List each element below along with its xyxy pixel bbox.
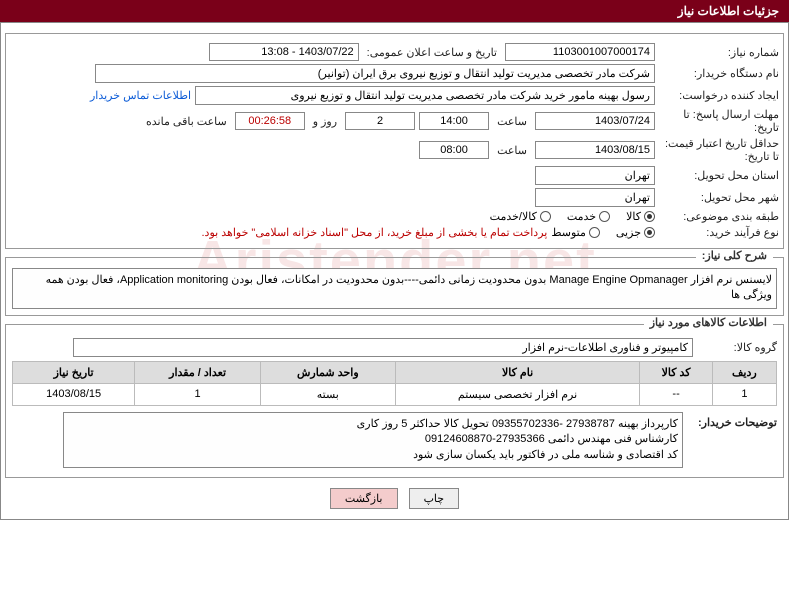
goods-group-value: کامپیوتر و فناوری اطلاعات-نرم افزار	[73, 338, 693, 357]
radio-label: خدمت	[567, 210, 596, 223]
delivery-prov-label: استان محل تحویل:	[659, 169, 779, 182]
announce-dt-value: 1403/07/22 - 13:08	[209, 43, 359, 61]
proc-option[interactable]: متوسط	[551, 226, 600, 239]
items-legend: اطلاعات کالاهای مورد نیاز	[644, 316, 773, 329]
button-row: چاپ بازگشت	[5, 488, 784, 509]
requester-label: ایجاد کننده درخواست:	[659, 89, 779, 102]
subject-option[interactable]: کالا	[626, 210, 655, 223]
valid-time-value: 08:00	[419, 141, 489, 159]
page-title: جزئیات اطلاعات نیاز	[0, 0, 789, 22]
need-desc-text: لایسنس نرم افزار Manage Engine Opmanager…	[12, 268, 777, 309]
table-cell: --	[640, 383, 712, 405]
remain-time-value: 00:26:58	[235, 112, 305, 130]
table-cell: 1403/08/15	[13, 383, 135, 405]
reply-deadline-label: مهلت ارسال پاسخ: تا تاریخ:	[659, 108, 779, 134]
need-desc-fieldset: شرح کلی نیاز: لایسنس نرم افزار Manage En…	[5, 257, 784, 316]
radio-icon	[644, 227, 655, 238]
requester-value: رسول بهینه مامور خرید شرکت مادر تخصصی مد…	[195, 86, 655, 105]
table-header-cell: نام کالا	[395, 361, 640, 383]
items-fieldset: اطلاعات کالاهای مورد نیاز گروه کالا: کام…	[5, 324, 784, 478]
subject-option[interactable]: کالا/خدمت	[490, 210, 551, 223]
radio-label: جزیی	[616, 226, 641, 239]
table-header-cell: تاریخ نیاز	[13, 361, 135, 383]
print-button[interactable]: چاپ	[409, 488, 460, 509]
table-header-row: ردیفکد کالانام کالاواحد شمارشتعداد / مقد…	[13, 361, 777, 383]
remain-days-value: 2	[345, 112, 415, 130]
valid-date-value: 1403/08/15	[535, 141, 655, 159]
radio-label: کالا/خدمت	[490, 210, 537, 223]
proc-option[interactable]: جزیی	[616, 226, 655, 239]
reply-time-value: 14:00	[419, 112, 489, 130]
subject-class-label: طبقه بندی موضوعی:	[659, 210, 779, 223]
table-row: 1--نرم افزار تخصصی سیستمبسته11403/08/15	[13, 383, 777, 405]
price-validity-label: حداقل تاریخ اعتبار قیمت: تا تاریخ:	[659, 137, 779, 163]
buyer-contact-link[interactable]: اطلاعات تماس خریدار	[90, 89, 191, 102]
form-panel: شماره نیاز: 1103001007000174 تاریخ و ساع…	[0, 22, 789, 520]
radio-label: متوسط	[551, 226, 586, 239]
radio-icon	[589, 227, 600, 238]
buyer-org-value: شرکت مادر تخصصی مدیریت تولید انتقال و تو…	[95, 64, 655, 83]
items-table: ردیفکد کالانام کالاواحد شمارشتعداد / مقد…	[12, 361, 777, 406]
table-cell: بسته	[260, 383, 395, 405]
reply-date-value: 1403/07/24	[535, 112, 655, 130]
back-button[interactable]: بازگشت	[330, 488, 398, 509]
table-header-cell: واحد شمارش	[260, 361, 395, 383]
buyer-org-label: نام دستگاه خریدار:	[659, 67, 779, 80]
need-no-label: شماره نیاز:	[659, 46, 779, 59]
table-cell: 1	[135, 383, 261, 405]
delivery-prov-value: تهران	[535, 166, 655, 185]
purchase-proc-radios: جزیی متوسط	[551, 226, 655, 239]
table-header-cell: کد کالا	[640, 361, 712, 383]
table-header-cell: تعداد / مقدار	[135, 361, 261, 383]
table-cell: نرم افزار تخصصی سیستم	[395, 383, 640, 405]
subject-option[interactable]: خدمت	[567, 210, 610, 223]
goods-group-label: گروه کالا:	[697, 341, 777, 354]
delivery-city-label: شهر محل تحویل:	[659, 191, 779, 204]
need-no-value: 1103001007000174	[505, 43, 655, 61]
radio-icon	[540, 211, 551, 222]
remaining-label: ساعت باقی مانده	[142, 115, 231, 128]
hour-label-1: ساعت	[493, 115, 531, 128]
buyer-notes-label: توضیحات خریدار:	[687, 412, 777, 429]
main-fields-panel: شماره نیاز: 1103001007000174 تاریخ و ساع…	[5, 33, 784, 249]
table-cell: 1	[712, 383, 776, 405]
purchase-proc-label: نوع فرآیند خرید:	[659, 226, 779, 239]
radio-icon	[599, 211, 610, 222]
need-desc-legend: شرح کلی نیاز:	[696, 249, 773, 262]
buyer-notes-text: کارپرداز بهینه 27938787 -09355702336 تحو…	[63, 412, 683, 468]
delivery-city-value: تهران	[535, 188, 655, 207]
radio-label: کالا	[626, 210, 641, 223]
day-and-label: روز و	[309, 115, 341, 128]
proc-note: پرداخت تمام یا بخشی از مبلغ خرید، از محل…	[202, 226, 548, 239]
radio-icon	[644, 211, 655, 222]
announce-dt-label: تاریخ و ساعت اعلان عمومی:	[363, 46, 501, 59]
hour-label-2: ساعت	[493, 144, 531, 157]
subject-class-radios: کالا خدمت کالا/خدمت	[490, 210, 655, 223]
table-header-cell: ردیف	[712, 361, 776, 383]
